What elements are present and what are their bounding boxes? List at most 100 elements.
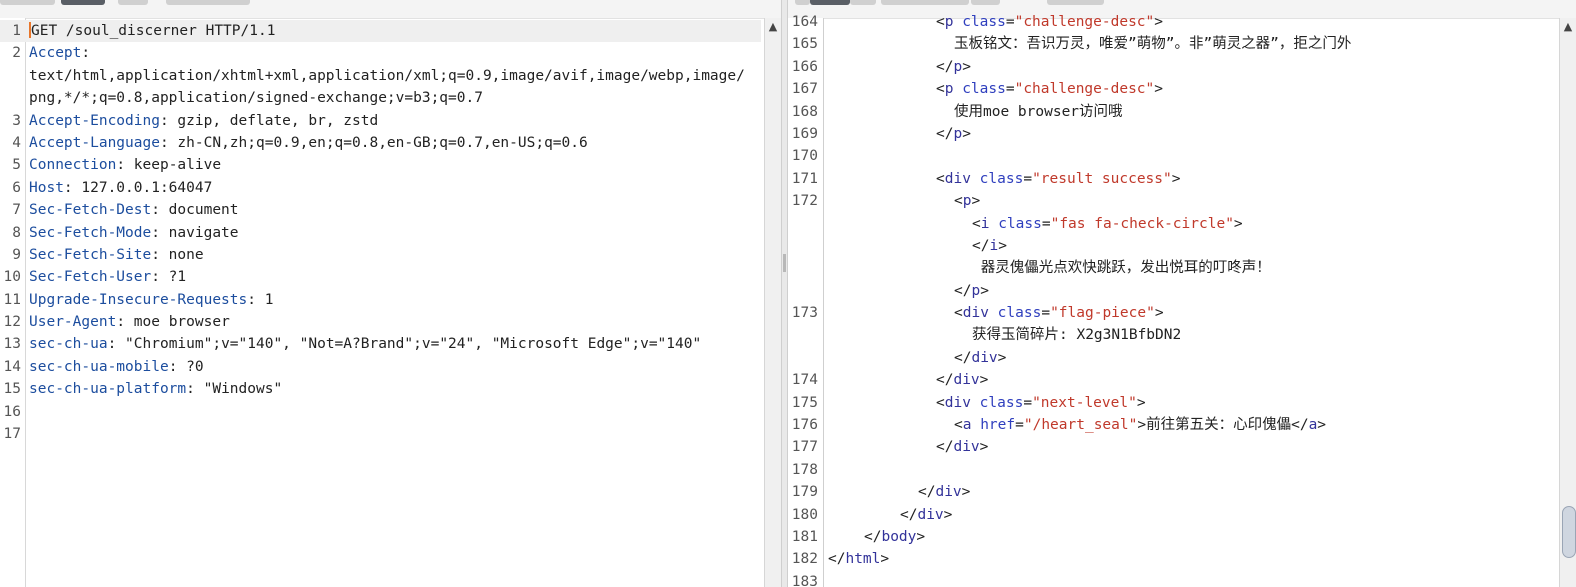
response-line-text[interactable]: <div class="result success"> (828, 168, 1180, 190)
response-lines[interactable]: 164 <p class="challenge-desc"> 165 玉板铭文：吾识万… (788, 11, 1556, 587)
tab-hex[interactable] (850, 0, 876, 5)
request-line[interactable]: 10 Sec-Fetch-User: ?1 (0, 266, 761, 288)
tab-raw[interactable] (0, 0, 55, 5)
response-line-text[interactable]: </div> (828, 504, 952, 526)
request-line[interactable]: 3 Accept-Encoding: gzip, deflate, br, zst… (0, 110, 761, 132)
response-line[interactable]: 获得玉简碎片: X2g3N1BfbDN2 (788, 324, 1556, 346)
response-line[interactable]: </div> (788, 347, 1556, 369)
tab-inspector[interactable] (1047, 0, 1104, 5)
response-line-text[interactable]: 玉板铭文：吾识万灵，唯爱”萌物”。非”萌灵之器”，拒之门外 (828, 33, 1351, 55)
response-line-text[interactable]: </p> (828, 56, 971, 78)
response-line[interactable]: 179 </div> (788, 481, 1556, 503)
request-line-text[interactable]: text/html,application/xhtml+xml,applicat… (29, 65, 745, 87)
request-lines[interactable]: 1 GET /soul_discerner HTTP/1.1 2 Accept: tex… (0, 20, 761, 445)
response-line-text[interactable]: <i class="fas fa-check-circle"> (828, 213, 1243, 235)
response-line-text[interactable]: <a href="/heart_seal">前往第五关：心印傀儡</a> (828, 414, 1326, 436)
response-line[interactable]: 器灵傀儡光点欢快跳跃，发出悦耳的叮咚声！ (788, 257, 1556, 279)
response-line[interactable]: 173 <div class="flag-piece"> (788, 302, 1556, 324)
request-line-text[interactable]: Upgrade-Insecure-Requests: 1 (29, 289, 273, 311)
scroll-up-arrow-icon[interactable]: ▲ (1560, 20, 1576, 33)
response-line[interactable]: 167 <p class="challenge-desc"> (788, 78, 1556, 100)
response-line[interactable]: 176 <a href="/heart_seal">前往第五关：心印傀儡</a> (788, 414, 1556, 436)
request-line-text[interactable]: sec-ch-ua-platform: "Windows" (29, 378, 282, 400)
response-line-text[interactable]: <p class="challenge-desc"> (828, 11, 1163, 33)
response-line-text[interactable]: 器灵傀儡光点欢快跳跃，发出悦耳的叮咚声！ (828, 257, 1271, 279)
response-line[interactable]: 172 <p> (788, 190, 1556, 212)
request-line-text[interactable]: Sec-Fetch-User: ?1 (29, 266, 186, 288)
scrollbar-thumb[interactable] (1562, 506, 1576, 558)
response-line-text[interactable]: </i> (828, 235, 1007, 257)
response-line[interactable]: 182 </html> (788, 548, 1556, 570)
response-line-text[interactable]: <p class="challenge-desc"> (828, 78, 1163, 100)
response-line-text[interactable]: 获得玉简碎片: X2g3N1BfbDN2 (828, 324, 1181, 346)
request-line-text[interactable]: Sec-Fetch-Site: none (29, 244, 204, 266)
request-line[interactable]: 14 sec-ch-ua-mobile: ?0 (0, 356, 761, 378)
response-line-text[interactable]: </div> (828, 347, 1006, 369)
request-line-text[interactable]: Sec-Fetch-Mode: navigate (29, 222, 239, 244)
request-line[interactable]: 11 Upgrade-Insecure-Requests: 1 (0, 289, 761, 311)
request-line[interactable]: 7 Sec-Fetch-Dest: document (0, 199, 761, 221)
response-line-text[interactable]: </p> (828, 123, 971, 145)
response-line-text[interactable]: </div> (828, 436, 988, 458)
request-line[interactable]: 4 Accept-Language: zh-CN,zh;q=0.9,en;q=0.… (0, 132, 761, 154)
response-scrollbar[interactable]: ▲ (1559, 18, 1576, 587)
request-line[interactable]: 9 Sec-Fetch-Site: none (0, 244, 761, 266)
tab-options[interactable] (971, 0, 1000, 5)
response-line-text[interactable]: <div class="next-level"> (828, 392, 1146, 414)
request-line-text[interactable]: sec-ch-ua-mobile: ?0 (29, 356, 204, 378)
request-line-text[interactable]: Host: 127.0.0.1:64047 (29, 177, 212, 199)
response-line[interactable]: </p> (788, 280, 1556, 302)
request-editor-pane[interactable]: 1 GET /soul_discerner HTTP/1.1 2 Accept: tex… (0, 0, 781, 587)
tab-pretty[interactable] (810, 0, 850, 5)
request-line-text[interactable]: Accept-Language: zh-CN,zh;q=0.9,en;q=0.8… (29, 132, 588, 154)
request-line-text[interactable]: GET /soul_discerner HTTP/1.1 (29, 20, 275, 42)
request-line[interactable]: png,*/*;q=0.8,application/signed-exchang… (0, 87, 761, 109)
response-line[interactable]: 168 使用moe browser访问哦 (788, 101, 1556, 123)
response-line-text[interactable]: </body> (828, 526, 925, 548)
request-line[interactable]: 5 Connection: keep-alive (0, 154, 761, 176)
request-line[interactable]: 17 (0, 423, 761, 445)
response-line[interactable]: </i> (788, 235, 1556, 257)
request-line[interactable]: 1 GET /soul_discerner HTTP/1.1 (0, 20, 761, 43)
response-line[interactable]: 183 (788, 571, 1556, 587)
response-line-text[interactable]: </div> (828, 481, 970, 503)
request-line[interactable]: 13 sec-ch-ua: "Chromium";v="140", "Not=A?… (0, 333, 761, 355)
tab-inspector[interactable] (166, 0, 250, 5)
request-line[interactable]: text/html,application/xhtml+xml,applicat… (0, 65, 761, 87)
tab-hex[interactable] (118, 0, 148, 5)
request-line-text[interactable]: sec-ch-ua: "Chromium";v="140", "Not=A?Br… (29, 333, 701, 355)
response-line-text[interactable]: </p> (828, 280, 989, 302)
response-line[interactable]: 164 <p class="challenge-desc"> (788, 11, 1556, 33)
response-line[interactable]: 180 </div> (788, 504, 1556, 526)
response-line[interactable]: 165 玉板铭文：吾识万灵，唯爱”萌物”。非”萌灵之器”，拒之门外 (788, 33, 1556, 55)
response-line[interactable]: 171 <div class="result success"> (788, 168, 1556, 190)
response-line-text[interactable]: <p> (828, 190, 980, 212)
response-line-text[interactable]: <div class="flag-piece"> (828, 302, 1164, 324)
request-line[interactable]: 12 User-Agent: moe browser (0, 311, 761, 333)
response-line[interactable]: 177 </div> (788, 436, 1556, 458)
request-line-text[interactable]: Accept-Encoding: gzip, deflate, br, zstd (29, 110, 378, 132)
tab-pretty[interactable] (61, 0, 105, 5)
response-line[interactable]: 174 </div> (788, 369, 1556, 391)
response-line[interactable]: 178 (788, 459, 1556, 481)
response-line[interactable]: 170 (788, 145, 1556, 167)
request-line-text[interactable]: User-Agent: moe browser (29, 311, 230, 333)
request-line[interactable]: 15 sec-ch-ua-platform: "Windows" (0, 378, 761, 400)
request-scrollbar[interactable]: ▲ (764, 18, 781, 587)
response-line[interactable]: 175 <div class="next-level"> (788, 392, 1556, 414)
request-line[interactable]: 16 (0, 401, 761, 423)
pane-divider[interactable] (781, 0, 788, 587)
request-line-text[interactable]: Accept: (29, 42, 90, 64)
scroll-up-arrow-icon[interactable]: ▲ (765, 20, 781, 33)
response-line[interactable]: 181 </body> (788, 526, 1556, 548)
request-line-text[interactable]: Connection: keep-alive (29, 154, 221, 176)
divider-grip-icon[interactable] (783, 254, 786, 272)
response-viewer-pane[interactable]: 164 <p class="challenge-desc"> 165 玉板铭文：吾识万… (788, 0, 1576, 587)
tab-render[interactable] (881, 0, 969, 5)
request-line-text[interactable]: Sec-Fetch-Dest: document (29, 199, 239, 221)
response-line[interactable]: 169 </p> (788, 123, 1556, 145)
request-line[interactable]: 2 Accept: (0, 42, 761, 64)
response-line[interactable]: 166 </p> (788, 56, 1556, 78)
request-line[interactable]: 8 Sec-Fetch-Mode: navigate (0, 222, 761, 244)
response-line-text[interactable]: </div> (828, 369, 988, 391)
